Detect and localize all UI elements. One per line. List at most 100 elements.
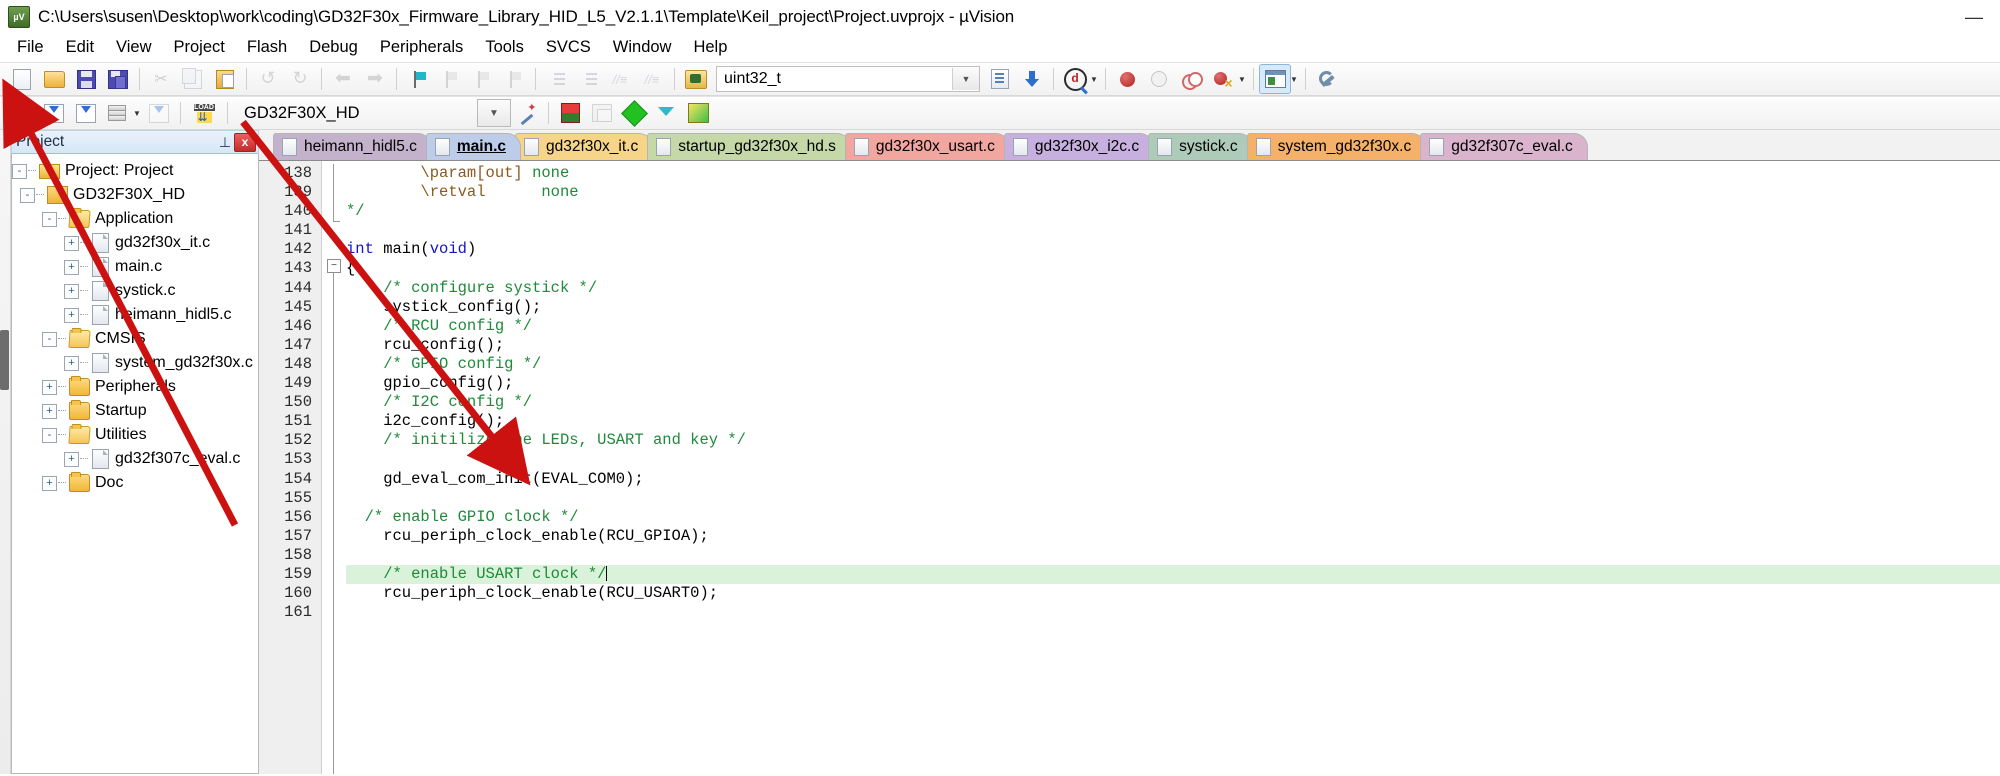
collapse-icon[interactable]: - (42, 427, 57, 443)
code-line[interactable]: { (346, 259, 2000, 278)
comment-selection-button[interactable]: //≡ (605, 64, 637, 94)
code-line[interactable] (346, 221, 2000, 240)
collapse-icon[interactable]: - (42, 211, 57, 227)
tree-item-startup[interactable]: + Startup (12, 399, 258, 423)
tree-item-systick-c[interactable]: + systick.c (12, 279, 258, 303)
code-line[interactable] (346, 603, 2000, 622)
manage-multi-project-button[interactable] (586, 98, 618, 128)
target-select-combo[interactable]: GD32F30X_HD (237, 101, 417, 125)
navigate-forward-button[interactable]: ➡ (359, 64, 391, 94)
tree-item-utilities[interactable]: - Utilities (12, 423, 258, 447)
code-line[interactable]: /* GPIO config */ (346, 355, 2000, 374)
menu-debug[interactable]: Debug (298, 35, 369, 60)
code-line[interactable]: /* I2C config */ (346, 393, 2000, 412)
clear-bookmarks-button[interactable] (498, 64, 530, 94)
code-line[interactable]: /* RCU config */ (346, 317, 2000, 336)
code-line[interactable]: rcu_periph_clock_enable(RCU_GPIOA); (346, 527, 2000, 546)
code-line[interactable]: /* initilize the LEDs, USART and key */ (346, 431, 2000, 450)
fold-toggle-icon[interactable]: − (327, 259, 341, 273)
configure-toolbars-button[interactable] (1311, 64, 1343, 94)
stop-build-button[interactable] (143, 98, 175, 128)
save-button[interactable] (70, 64, 102, 94)
editor-tab-systick-c[interactable]: systick.c (1148, 133, 1253, 160)
uncomment-selection-button[interactable]: //≡ (637, 64, 669, 94)
tree-item-project-project[interactable]: - Project: Project (12, 159, 258, 183)
find-combo[interactable]: uint32_t ▼ (716, 66, 980, 92)
code-line[interactable]: \retval none (346, 183, 2000, 202)
start-debug-button[interactable]: d (1059, 64, 1091, 94)
kill-all-breakpoints-button[interactable] (1207, 64, 1239, 94)
editor-tab-gd32f30x-usart-c[interactable]: gd32f30x_usart.c (844, 133, 1010, 160)
menu-peripherals[interactable]: Peripherals (369, 35, 474, 60)
tree-item-system-gd32f30x-c[interactable]: + system_gd32f30x.c (12, 351, 258, 375)
tree-item-cmsis[interactable]: - CMSIS (12, 327, 258, 351)
editor-tab-startup-gd32f30x-hd-s[interactable]: startup_gd32f30x_hd.s (647, 133, 851, 160)
pin-icon[interactable]: ⊥ (216, 133, 234, 151)
code-text[interactable]: \param[out] none \retval none */ int main(… (346, 161, 2000, 774)
menu-view[interactable]: View (105, 35, 162, 60)
code-line[interactable]: \param[out] none (346, 164, 2000, 183)
pack-installer-button[interactable] (618, 98, 650, 128)
incremental-find-button[interactable] (1016, 64, 1048, 94)
translate-file-button[interactable] (6, 98, 38, 128)
editor-tab-heimann-hidl5-c[interactable]: heimann_hidl5.c (273, 133, 432, 160)
menu-edit[interactable]: Edit (55, 35, 105, 60)
previous-bookmark-button[interactable] (434, 64, 466, 94)
expand-icon[interactable]: + (42, 379, 57, 395)
find-in-files-button[interactable] (680, 64, 712, 94)
target-select-value[interactable]: GD32F30X_HD (237, 104, 367, 123)
manage-project-items-button[interactable] (554, 98, 586, 128)
collapse-icon[interactable]: - (42, 331, 57, 347)
download-to-flash-button[interactable]: LOAD ⇊ (186, 98, 222, 128)
menu-svcs[interactable]: SVCS (535, 35, 602, 60)
navigate-backward-button[interactable]: ⬅ (327, 64, 359, 94)
redo-button[interactable]: ↻ (284, 64, 316, 94)
filter-packs-button[interactable] (650, 98, 682, 128)
next-bookmark-button[interactable] (466, 64, 498, 94)
code-line[interactable]: int main(void) (346, 240, 2000, 259)
expand-icon[interactable]: + (42, 403, 57, 419)
editor-tab-main-c[interactable]: main.c (425, 133, 521, 160)
tree-item-application[interactable]: - Application (12, 207, 258, 231)
new-file-button[interactable] (6, 64, 38, 94)
code-folding-bar[interactable]: − (322, 161, 346, 774)
cut-button[interactable]: ✂ (145, 64, 177, 94)
close-icon[interactable]: x (234, 132, 256, 152)
indent-left-button[interactable] (573, 64, 605, 94)
code-line[interactable]: /* configure systick */ (346, 279, 2000, 298)
minimize-button[interactable]: — (1948, 0, 2000, 34)
tree-item-gd32f307c-eval-c[interactable]: + gd32f307c_eval.c (12, 447, 258, 471)
code-line[interactable] (346, 546, 2000, 565)
rebuild-all-button[interactable] (70, 98, 102, 128)
chevron-down-icon[interactable]: ▼ (952, 68, 979, 90)
editor-tab-gd32f30x-i2c-c[interactable]: gd32f30x_i2c.c (1003, 133, 1155, 160)
batch-build-button[interactable] (102, 98, 134, 128)
code-line[interactable] (346, 450, 2000, 469)
menu-flash[interactable]: Flash (236, 35, 298, 60)
editor-tab-system-gd32f30x-c[interactable]: system_gd32f30x.c (1246, 133, 1427, 160)
expand-icon[interactable]: + (64, 355, 79, 371)
menu-window[interactable]: Window (602, 35, 683, 60)
tree-item-doc[interactable]: + Doc (12, 471, 258, 495)
code-line[interactable]: */ (346, 202, 2000, 221)
editor-tabstrip[interactable]: heimann_hidl5.c main.c gd32f30x_it.c startu… (259, 130, 2000, 160)
tree-item-main-c[interactable]: + main.c (12, 255, 258, 279)
code-line[interactable]: rcu_periph_clock_enable(RCU_USART0); (346, 584, 2000, 603)
code-line[interactable]: i2c_config(); (346, 412, 2000, 431)
indent-right-button[interactable] (541, 64, 573, 94)
menu-help[interactable]: Help (682, 35, 738, 60)
expand-icon[interactable]: + (42, 475, 57, 491)
code-line[interactable]: rcu_config(); (346, 336, 2000, 355)
collapse-icon[interactable]: - (12, 163, 27, 179)
window-layout-button[interactable] (1259, 64, 1291, 94)
manage-rte-button[interactable] (682, 98, 714, 128)
code-line[interactable]: /* enable GPIO clock */ (346, 508, 2000, 527)
expand-icon[interactable]: + (64, 307, 79, 323)
target-select-chevron-down-icon[interactable]: ▼ (477, 99, 511, 127)
menu-file[interactable]: File (6, 35, 55, 60)
rail-handle[interactable] (0, 330, 9, 390)
code-editor[interactable]: 138 139 140 141 142 143 144 145 146 147 148 149 150 1… (259, 160, 2000, 774)
expand-icon[interactable]: + (64, 283, 79, 299)
code-line[interactable] (346, 489, 2000, 508)
expand-icon[interactable]: + (64, 259, 79, 275)
